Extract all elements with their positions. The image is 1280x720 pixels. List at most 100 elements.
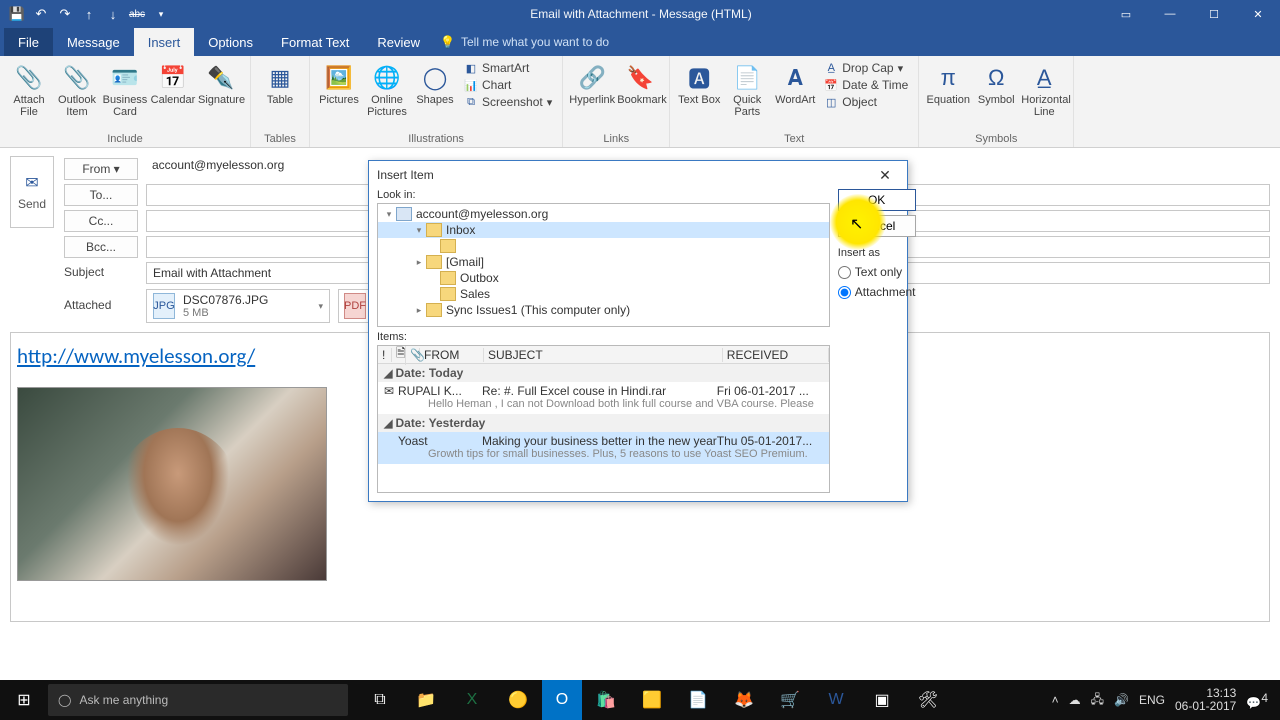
explorer-icon[interactable]: 📁 xyxy=(404,680,448,720)
group-tables: ▦Table Tables xyxy=(251,56,310,147)
symbol-button[interactable]: ΩSymbol xyxy=(973,58,1019,106)
bookmark-button[interactable]: 🔖Bookmark xyxy=(617,58,663,106)
up-icon[interactable]: ↑ xyxy=(80,5,98,23)
hyperlink-button[interactable]: 🔗Hyperlink xyxy=(569,58,615,106)
onedrive-icon[interactable]: ☁ xyxy=(1069,693,1081,707)
outlook-icon[interactable]: O xyxy=(542,680,582,720)
notepad-icon[interactable]: 📄 xyxy=(676,680,720,720)
bcc-button[interactable]: Bcc... xyxy=(64,236,138,258)
tree-gmail[interactable]: ▸[Gmail] xyxy=(378,254,829,270)
sticky-icon[interactable]: 🟨 xyxy=(630,680,674,720)
tab-review[interactable]: Review xyxy=(363,28,434,56)
store2-icon[interactable]: 🛒 xyxy=(768,680,812,720)
items-header[interactable]: !🗎📎 FROM SUBJECT RECEIVED xyxy=(378,346,829,364)
send-button[interactable]: ✉ Send xyxy=(10,156,54,228)
start-button[interactable]: ⊞ xyxy=(0,680,48,720)
excel-icon[interactable]: X xyxy=(450,680,494,720)
taskview-icon[interactable]: ⧉ xyxy=(358,680,402,720)
attach-file-button[interactable]: 📎Attach File xyxy=(6,58,52,118)
chevron-up-icon[interactable]: ˄ xyxy=(1052,693,1059,707)
table-button[interactable]: ▦Table xyxy=(257,58,303,106)
to-button[interactable]: To... xyxy=(64,184,138,206)
close-icon[interactable]: ✕ xyxy=(1236,0,1280,28)
window-title: Email with Attachment - Message (HTML) xyxy=(178,7,1104,21)
tab-options[interactable]: Options xyxy=(194,28,267,56)
items-list[interactable]: !🗎📎 FROM SUBJECT RECEIVED ◢ Date: Today … xyxy=(377,345,830,493)
chevron-down-icon[interactable]: ▾ xyxy=(318,301,323,312)
ribbon: 📎Attach File 📎Outlook Item 🪪Business Car… xyxy=(0,56,1280,148)
business-card-button[interactable]: 🪪Business Card xyxy=(102,58,148,118)
horizontal-line-button[interactable]: A̲Horizontal Line xyxy=(1021,58,1067,118)
online-pictures-button[interactable]: 🌐Online Pictures xyxy=(364,58,410,118)
abc-icon[interactable]: abc xyxy=(128,5,146,23)
store-icon[interactable]: 🛍️ xyxy=(584,680,628,720)
minimize-icon[interactable]: — xyxy=(1148,0,1192,28)
network-icon[interactable]: 🖧 xyxy=(1091,690,1104,711)
tree-syncissues[interactable]: ▸Sync Issues1 (This computer only) xyxy=(378,302,829,318)
undo-icon[interactable]: ↶ xyxy=(32,5,50,23)
wordart-icon: 𝐀 xyxy=(772,62,818,94)
tab-message[interactable]: Message xyxy=(53,28,134,56)
taskbar-search[interactable]: ◯Ask me anything xyxy=(48,684,348,716)
word-icon[interactable]: W xyxy=(814,680,858,720)
datetime-button[interactable]: 📅Date & Time xyxy=(820,77,912,93)
inline-image[interactable] xyxy=(17,387,327,581)
tab-format-text[interactable]: Format Text xyxy=(267,28,363,56)
tell-me-search[interactable]: 💡 Tell me what you want to do xyxy=(440,28,609,56)
tree-inbox[interactable]: ▾Inbox xyxy=(378,222,829,238)
down-icon[interactable]: ↓ xyxy=(104,5,122,23)
from-button[interactable]: From ▾ xyxy=(64,158,138,180)
group-today[interactable]: ◢ Date: Today xyxy=(378,364,829,382)
clock[interactable]: 13:1306-01-2017 xyxy=(1175,687,1236,713)
group-yesterday[interactable]: ◢ Date: Yesterday xyxy=(378,414,829,432)
cancel-button[interactable]: Cancel xyxy=(838,215,916,237)
save-icon[interactable]: 💾 xyxy=(8,5,26,23)
attachment-jpg[interactable]: JPG DSC07876.JPG5 MB ▾ xyxy=(146,289,330,323)
radio-attachment[interactable]: Attachment xyxy=(838,285,916,299)
folder-tree[interactable]: ▾account@myelesson.org ▾Inbox ▸[Gmail] O… xyxy=(377,203,830,327)
tree-sales[interactable]: Sales xyxy=(378,286,829,302)
shapes-button[interactable]: ◯Shapes xyxy=(412,58,458,106)
pictures-button[interactable]: 🖼️Pictures xyxy=(316,58,362,106)
signature-button[interactable]: ✒️Signature xyxy=(198,58,244,106)
dialog-close-button[interactable]: ✕ xyxy=(871,164,899,186)
tree-account[interactable]: ▾account@myelesson.org xyxy=(378,206,829,222)
equation-button[interactable]: πEquation xyxy=(925,58,971,106)
wordart-button[interactable]: 𝐀WordArt xyxy=(772,58,818,106)
redo-icon[interactable]: ↷ xyxy=(56,5,74,23)
chart-button[interactable]: 📊Chart xyxy=(460,77,556,93)
tree-folder-blank[interactable] xyxy=(378,238,829,254)
firefox-icon[interactable]: 🦊 xyxy=(722,680,766,720)
window-controls: ▭ — ☐ ✕ xyxy=(1104,0,1280,28)
quickparts-button[interactable]: 📄Quick Parts xyxy=(724,58,770,118)
chevron-down-icon[interactable]: ▾ xyxy=(152,5,170,23)
app2-icon[interactable]: 🛠 xyxy=(906,680,950,720)
cc-button[interactable]: Cc... xyxy=(64,210,138,232)
attachment-pdf[interactable]: PDF xyxy=(338,289,372,323)
outlook-item-button[interactable]: 📎Outlook Item xyxy=(54,58,100,118)
smartart-button[interactable]: ◧SmartArt xyxy=(460,60,556,76)
object-icon: ◫ xyxy=(824,95,838,109)
dropcap-button[interactable]: A̲Drop Cap ▾ xyxy=(820,60,912,76)
volume-icon[interactable]: 🔊 xyxy=(1114,693,1129,707)
ok-button[interactable]: OK xyxy=(838,189,916,211)
tab-file[interactable]: File xyxy=(4,28,53,56)
app-icon[interactable]: ▣ xyxy=(860,680,904,720)
textbox-button[interactable]: 🅰Text Box xyxy=(676,58,722,106)
notifications-icon[interactable]: 💬4 xyxy=(1246,691,1268,710)
screenshot-button[interactable]: ⧉Screenshot ▾ xyxy=(460,94,556,110)
radio-text-only[interactable]: Text only xyxy=(838,265,916,279)
signature-icon: ✒️ xyxy=(198,62,244,94)
system-tray[interactable]: ˄ ☁ 🖧 🔊 ENG 13:1306-01-2017 💬4 xyxy=(1052,687,1280,713)
language-indicator[interactable]: ENG xyxy=(1139,693,1165,707)
maximize-icon[interactable]: ☐ xyxy=(1192,0,1236,28)
calendar-button[interactable]: 📅Calendar xyxy=(150,58,196,106)
ribbon-options-icon[interactable]: ▭ xyxy=(1104,0,1148,28)
object-button[interactable]: ◫Object xyxy=(820,94,912,110)
tab-insert[interactable]: Insert xyxy=(134,28,195,56)
body-hyperlink[interactable]: http://www.myelesson.org/ xyxy=(17,343,255,369)
chrome-icon[interactable]: 🟡 xyxy=(496,680,540,720)
item-row-2[interactable]: YoastMaking your business better in the … xyxy=(378,432,829,464)
item-row-1[interactable]: ✉RUPALI K...Re: #. Full Excel couse in H… xyxy=(378,382,829,414)
tree-outbox[interactable]: Outbox xyxy=(378,270,829,286)
